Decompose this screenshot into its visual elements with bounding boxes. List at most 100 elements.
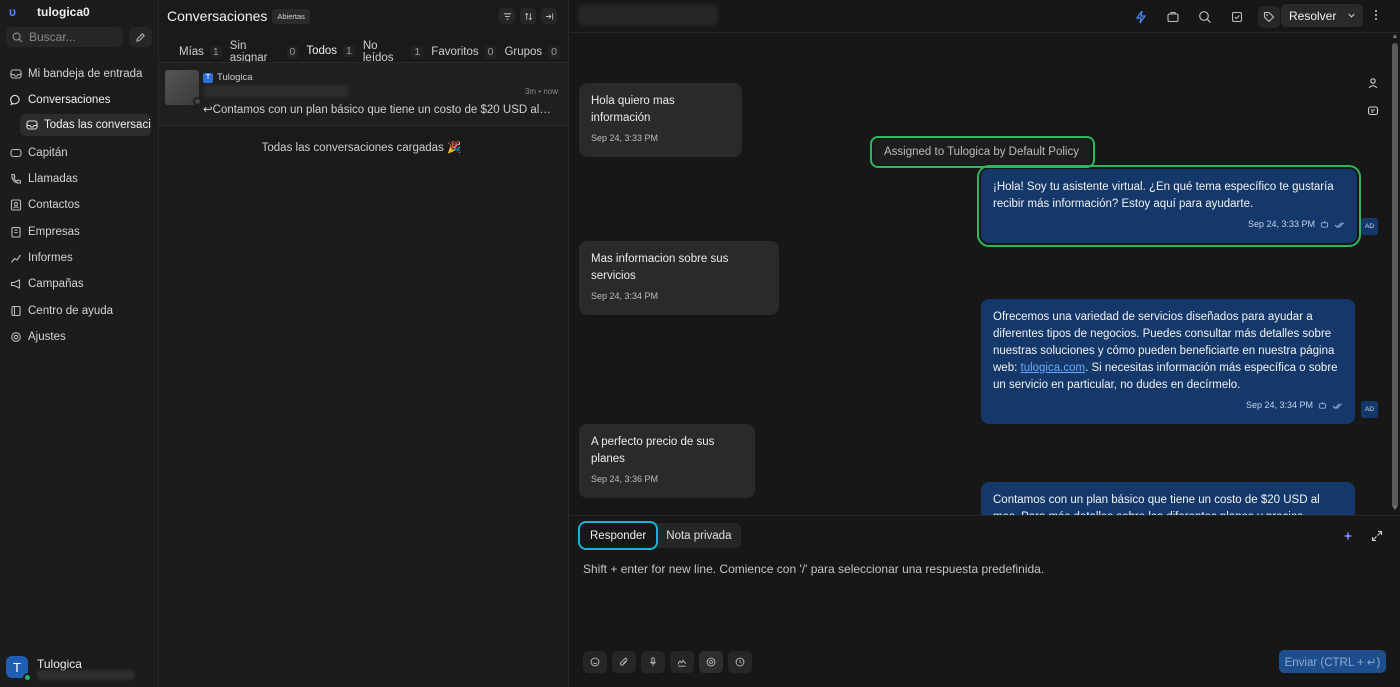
chevron-down-icon[interactable] [1347, 11, 1356, 20]
scroll-thumb[interactable] [1392, 43, 1398, 508]
contact-status-indicator [193, 97, 202, 106]
message-outgoing: Contamos con un plan básico que tiene un… [981, 482, 1355, 515]
message-timestamp: Sep 24, 3:33 PM [591, 133, 659, 143]
more-options-button[interactable] [1373, 7, 1379, 23]
conversation-list-item[interactable]: T Tulogica 3m • now ↩Contamos con un pla… [159, 63, 568, 126]
sidebar-item-label: Empresas [28, 225, 80, 238]
sidebar-item-companies[interactable]: Empresas [0, 218, 159, 244]
clock-icon [735, 657, 745, 667]
tab-count: 0 [548, 46, 560, 58]
copilot-button[interactable] [1367, 105, 1379, 117]
avatar: T [6, 656, 32, 682]
send-button[interactable]: Enviar (CTRL + ↵) [1279, 650, 1386, 673]
reply-mode-tabs: Responder Nota privada [577, 521, 742, 550]
user-profile[interactable]: T Tulogica [6, 656, 135, 682]
composer-toolbar [583, 651, 752, 673]
search-input[interactable] [29, 30, 114, 44]
sidebar-item-reports[interactable]: Informes [0, 245, 159, 271]
inbox-icon [10, 68, 22, 80]
message-scrollbar[interactable]: ▲ ▼ [1391, 33, 1399, 515]
sidebar-item-campaigns[interactable]: Campañas [0, 271, 159, 297]
tab-private-note[interactable]: Nota privada [656, 523, 741, 548]
chat-bubble-icon [10, 94, 22, 106]
new-conversation-button[interactable] [129, 27, 152, 47]
tab-label: Grupos [504, 46, 543, 58]
checklist-button[interactable] [1226, 6, 1248, 28]
collapse-panel-button[interactable] [541, 8, 557, 24]
expand-icon[interactable] [1371, 530, 1383, 542]
sidebar-item-all-conversations[interactable]: Todas las conversaciones [20, 113, 151, 136]
search-box[interactable] [6, 27, 123, 47]
bot-icon [1318, 401, 1327, 410]
signature-icon [677, 657, 687, 667]
contacts-icon [10, 199, 22, 211]
captain-icon [10, 147, 22, 159]
message-text: A perfecto precio de sus planes [591, 436, 715, 465]
message-outgoing: Ofrecemos una variedad de servicios dise… [981, 299, 1355, 424]
sidebar-item-label: Informes [28, 251, 73, 264]
header-actions [1130, 6, 1280, 28]
sidebar-item-inbox[interactable]: Mi bandeja de entrada [0, 61, 159, 87]
labels-button[interactable] [1258, 6, 1280, 28]
sidebar-item-conversations[interactable]: Conversaciones [0, 87, 159, 113]
contact-avatar [165, 70, 202, 106]
conversation-list-header: Conversaciones Abiertas [167, 8, 310, 24]
contact-name-redacted [578, 4, 718, 26]
sidebar-item-label: Llamadas [28, 173, 78, 186]
microphone-icon [648, 657, 658, 667]
voice-button[interactable] [641, 651, 665, 673]
sidebar-item-contacts[interactable]: Contactos [0, 192, 159, 218]
signature-button[interactable] [670, 651, 694, 673]
attach-button[interactable] [612, 651, 636, 673]
status-badge[interactable]: Abiertas [272, 8, 310, 24]
search-icon [1198, 10, 1212, 24]
conversation-list-tools [499, 8, 557, 24]
sidebar-item-label: Campañas [28, 278, 84, 291]
sort-button[interactable] [520, 8, 536, 24]
sidebar-nav: Mi bandeja de entrada Conversaciones Tod… [0, 61, 159, 350]
tab-count: 1 [411, 46, 424, 58]
bot-icon [1320, 220, 1329, 229]
phone-icon [10, 173, 22, 185]
inbox-icon [26, 119, 38, 131]
conversation-list-panel: Conversaciones Abiertas Mías 1 Sin asigna… [159, 0, 569, 687]
snooze-button[interactable] [1162, 6, 1184, 28]
tab-label: Favoritos [431, 46, 479, 58]
search-messages-button[interactable] [1194, 6, 1216, 28]
scroll-down-arrow[interactable]: ▼ [1391, 505, 1399, 513]
filter-button[interactable] [499, 8, 515, 24]
message-timestamp: Sep 24, 3:34 PM [591, 291, 659, 301]
ai-assist-button[interactable] [1130, 6, 1152, 28]
brand[interactable]: υ tulogica0 [9, 4, 90, 20]
tab-count: 0 [286, 46, 299, 58]
sidebar-item-captain[interactable]: Capitán [0, 140, 159, 166]
sidebar-item-label: Conversaciones [28, 94, 111, 107]
contact-panel-button[interactable] [1367, 77, 1379, 89]
schedule-button[interactable] [728, 651, 752, 673]
paperclip-icon [619, 657, 629, 667]
sidebar-item-help-center[interactable]: Centro de ayuda [0, 297, 159, 323]
sparkle-icon[interactable] [1342, 530, 1354, 542]
ai-icon [706, 657, 716, 667]
sort-icon [524, 12, 533, 21]
message-timestamp: Sep 24, 3:33 PM [1247, 219, 1315, 229]
message-meta: Sep 24, 3:33 PM [993, 216, 1345, 233]
scroll-up-arrow[interactable]: ▲ [1391, 33, 1399, 41]
contact-side-actions [1367, 77, 1379, 117]
inbox-name: Tulogica [217, 72, 253, 83]
gear-icon [10, 331, 22, 343]
book-icon [10, 305, 22, 317]
ai-button[interactable] [699, 651, 723, 673]
tab-reply[interactable]: Responder [577, 521, 659, 550]
sender-avatar: AD [1361, 401, 1378, 418]
sidebar-item-label: Capitán [28, 146, 68, 159]
message-input[interactable] [583, 562, 1343, 576]
resolve-button[interactable]: Resolver [1281, 4, 1363, 27]
tab-count: 1 [209, 46, 222, 58]
message-text: Contamos con un plan básico que tiene un… [993, 494, 1320, 515]
emoji-button[interactable] [583, 651, 607, 673]
sidebar-item-calls[interactable]: Llamadas [0, 166, 159, 192]
sidebar-item-settings[interactable]: Ajustes [0, 324, 159, 350]
website-link[interactable]: tulogica.com [1021, 362, 1086, 374]
read-receipt-icon [1334, 221, 1345, 229]
